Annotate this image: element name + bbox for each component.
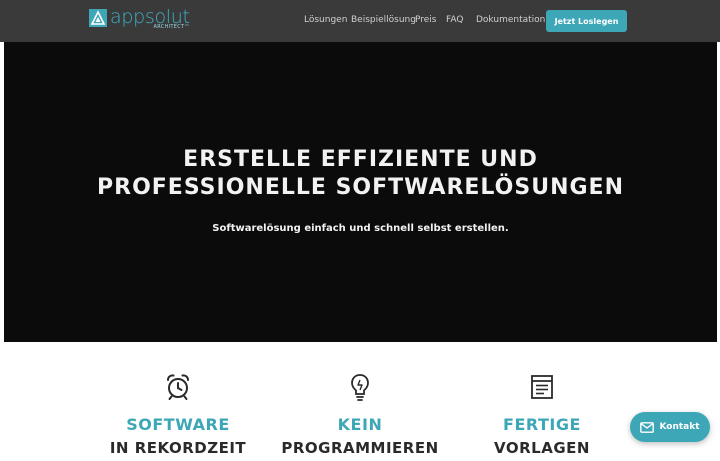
nav-link-faq[interactable]: FAQ (446, 15, 463, 25)
feature-subtitle-fertige: VORLAGEN (494, 439, 590, 457)
hero-title-line-1: ERSTELLE EFFIZIENTE UND (183, 147, 538, 172)
hero-section: ERSTELLE EFFIZIENTE UND PROFESSIONELLE S… (4, 42, 717, 342)
feature-title-kein: KEIN (337, 415, 383, 434)
nav-link-dokumentation[interactable]: Dokumentation (476, 15, 545, 25)
feature-kein-programmieren: KEIN PROGRAMMIEREN (270, 372, 450, 461)
alarm-clock-icon (167, 374, 189, 400)
feature-software: SOFTWARE IN REKORDZEIT (88, 372, 268, 461)
hero-subtitle: Softwarelösung einfach und schnell selbs… (212, 223, 509, 234)
feature-title-software: SOFTWARE (126, 415, 230, 434)
envelope-icon (640, 421, 655, 433)
kontakt-label: Kontakt (659, 422, 700, 432)
nav-link-loesungen[interactable]: Lösungen (304, 15, 347, 25)
hero-title: ERSTELLE EFFIZIENTE UND PROFESSIONELLE S… (4, 146, 717, 202)
feature-title-fertige: FERTIGE (503, 415, 581, 434)
kontakt-button[interactable]: Kontakt (630, 412, 710, 442)
feature-fertige-vorlagen: FERTIGE VORLAGEN (452, 372, 632, 461)
nav-link-preis[interactable]: Preis (415, 15, 437, 25)
jetzt-loslegen-button[interactable]: Jetzt Loslegen (546, 10, 627, 32)
template-icon (531, 375, 553, 399)
lightbulb-icon (351, 374, 369, 401)
feature-subtitle-software: IN REKORDZEIT (109, 439, 247, 457)
nav-link-beispielloesung[interactable]: Beispiellösung (351, 15, 416, 25)
top-navbar: appsolut ARCHITECT™ Lösungen Beispiellös… (0, 0, 720, 42)
hero-title-line-2: PROFESSIONELLE SOFTWARELÖSUNGEN (97, 175, 624, 200)
feature-subtitle-kein: PROGRAMMIEREN (281, 439, 439, 457)
